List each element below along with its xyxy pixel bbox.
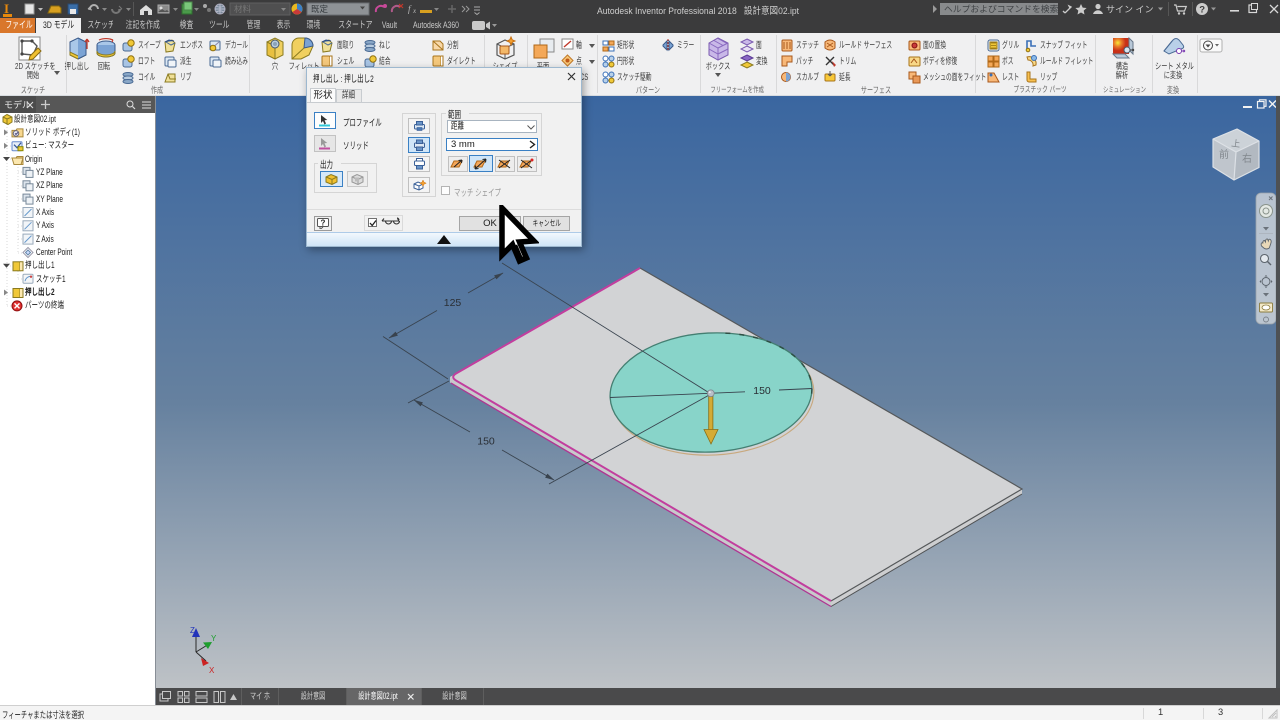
svg-text:150: 150 <box>753 385 771 397</box>
svg-text:150: 150 <box>477 436 495 448</box>
svg-text:f: f <box>408 4 412 14</box>
svg-text:I: I <box>4 1 9 16</box>
svg-text:x: x <box>412 7 417 15</box>
svg-text:サイン イン: サイン イン <box>1106 5 1154 15</box>
svg-text:ヘルプおよびコマンドを検索...: ヘルプおよびコマンドを検索... <box>944 3 1066 14</box>
svg-text:既定: 既定 <box>311 4 329 14</box>
svg-text:上: 上 <box>1231 138 1241 149</box>
svg-text:125: 125 <box>444 297 462 309</box>
svg-text:?: ? <box>321 219 326 228</box>
svg-text:Y: Y <box>211 634 217 643</box>
svg-text:?: ? <box>1199 5 1205 16</box>
svg-text:Z: Z <box>190 626 195 635</box>
svg-text:右: 右 <box>1242 152 1252 165</box>
svg-text:材料: 材料 <box>234 4 252 14</box>
svg-text:X: X <box>209 666 215 675</box>
svg-text:前: 前 <box>1219 148 1229 161</box>
